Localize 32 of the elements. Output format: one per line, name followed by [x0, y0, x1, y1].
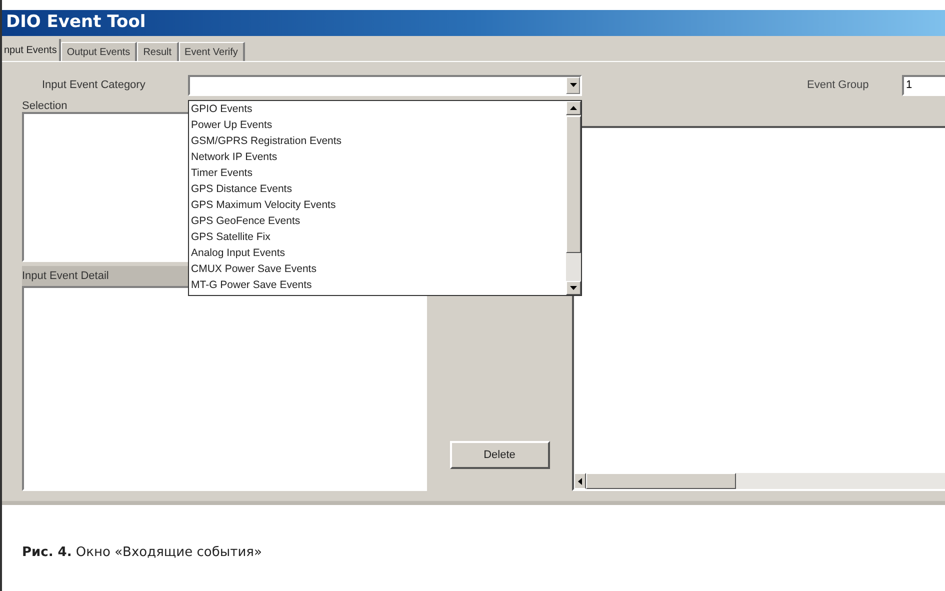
dropdown-option[interactable]: GPIO Events: [191, 100, 566, 116]
dropdown-option[interactable]: GSM/GPRS Registration Events: [191, 132, 566, 148]
scroll-left-icon[interactable]: [574, 473, 586, 489]
dropdown-option[interactable]: GPS Distance Events: [191, 180, 566, 196]
horizontal-scrollbar[interactable]: [574, 473, 945, 489]
scroll-up-icon[interactable]: [566, 100, 581, 114]
scroll-thumb[interactable]: [586, 473, 736, 489]
delete-button[interactable]: Delete: [450, 441, 550, 469]
figure-caption: Рис. 4. Окно «Входящие события»: [22, 544, 262, 562]
tab[interactable]: Output Events: [60, 42, 138, 61]
field-label: Input Event Category: [42, 78, 146, 93]
window-title: DIO Event Tool: [6, 11, 146, 34]
field-label: Selection: [22, 99, 68, 112]
dropdown-option[interactable]: Power Up Events: [191, 116, 566, 132]
tab[interactable]: nput Events: [2, 39, 61, 61]
field-label: Event Group: [807, 78, 870, 93]
dropdown-option[interactable]: MT-G Power Save Events: [191, 276, 566, 292]
dropdown-option[interactable]: GPS GeoFence Events: [191, 212, 566, 228]
dropdown-option[interactable]: Network IP Events: [191, 148, 566, 164]
scroll-thumb[interactable]: [566, 116, 581, 252]
dropdown-option[interactable]: GPS Satellite Fix: [191, 228, 566, 244]
dropdown-option[interactable]: Timer Events: [191, 164, 566, 180]
tab[interactable]: Result: [137, 42, 179, 61]
event-group-field[interactable]: 1: [902, 74, 945, 96]
dropdown-option[interactable]: GPS Maximum Velocity Events: [191, 196, 566, 212]
dropdown-option[interactable]: Analog Input Events: [191, 244, 566, 260]
scroll-down-icon[interactable]: [566, 280, 581, 294]
section-title: Input Event Detail: [22, 268, 109, 284]
category-dropdown[interactable]: [188, 74, 582, 96]
dropdown-option[interactable]: CMUX Power Save Events: [191, 260, 566, 276]
tab[interactable]: Event Verify: [178, 42, 245, 61]
scrollbar[interactable]: [566, 100, 581, 294]
